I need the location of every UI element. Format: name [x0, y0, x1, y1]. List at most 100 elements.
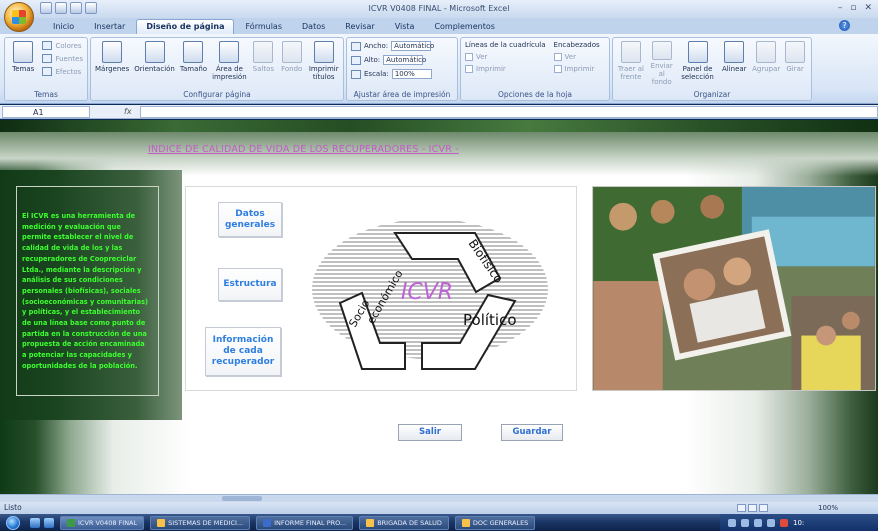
tab-inicio[interactable]: Inicio — [44, 20, 83, 34]
escala-stepper[interactable]: 100% — [391, 69, 432, 79]
estructura-button[interactable]: Estructura — [218, 268, 282, 301]
alinear-button[interactable]: Alinear — [719, 41, 749, 86]
salir-button[interactable]: Salir — [398, 424, 462, 441]
tab-vista[interactable]: Vista — [386, 20, 424, 34]
gridlines-imprimir-checkbox[interactable]: Imprimir — [465, 65, 546, 73]
headings-imprimir-checkbox[interactable]: Imprimir — [553, 65, 600, 73]
worksheet[interactable]: INDICE DE CALIDAD DE VIDA DE LOS RECUPER… — [0, 120, 878, 494]
area-impresion-button[interactable]: Área de impresión — [212, 41, 247, 86]
tab-datos[interactable]: Datos — [293, 20, 334, 34]
taskbar-item-label: INFORME FINAL PRO... — [274, 518, 347, 527]
help-icon[interactable]: ? — [839, 20, 850, 31]
taskbar-item-icvr[interactable]: ICVR V0408 FINAL — [60, 515, 145, 530]
efectos-button[interactable]: Efectos — [42, 67, 83, 76]
effects-icon — [42, 67, 53, 76]
informacion-recuperador-button[interactable]: Información de cada recuperador — [205, 327, 281, 376]
status-bar: Listo 100% — [0, 502, 878, 514]
folder-icon — [366, 518, 375, 527]
quick-launch-icon[interactable] — [30, 517, 40, 528]
network-icon[interactable] — [754, 518, 762, 527]
office-button[interactable] — [4, 2, 34, 32]
temas-button[interactable]: Temas — [9, 41, 37, 86]
guardar-button[interactable]: Guardar — [501, 424, 563, 441]
orientacion-label: Orientación — [134, 65, 175, 73]
margenes-button[interactable]: Márgenes — [95, 41, 129, 86]
breaks-icon — [253, 41, 274, 63]
clock[interactable]: 10: — [793, 519, 804, 527]
headings-ver-label: Ver — [564, 53, 576, 61]
tab-complementos[interactable]: Complementos — [425, 20, 503, 34]
alto-select[interactable]: Automático — [383, 55, 426, 65]
scrollbar-thumb[interactable] — [222, 496, 262, 501]
colores-label: Colores — [55, 41, 82, 50]
taskbar-item-informe[interactable]: INFORME FINAL PRO... — [256, 515, 354, 530]
traer-frente-button[interactable]: Traer al frente — [617, 41, 645, 86]
office-logo-icon — [12, 10, 26, 24]
ancho-label: Ancho: — [364, 42, 389, 50]
size-icon — [183, 41, 204, 63]
page-break-view-icon[interactable] — [759, 504, 768, 512]
print-area-icon — [219, 41, 240, 63]
fondo-button[interactable]: Fondo — [280, 41, 303, 86]
colores-button[interactable]: Colores — [42, 41, 83, 50]
taskbar-item-label: DOC GENERALES — [472, 518, 529, 527]
saltos-label: Saltos — [252, 65, 275, 73]
close-button[interactable]: ✕ — [864, 3, 872, 13]
checkbox-icon — [553, 65, 562, 73]
imprimir-titulos-label: Imprimir títulos — [308, 65, 339, 81]
window-title: ICVR V0408 FINAL - Microsoft Excel — [368, 4, 510, 13]
volume-icon[interactable] — [767, 518, 775, 527]
ribbon: Temas Colores Fuentes Efectos Temas Márg… — [0, 34, 878, 104]
alinear-label: Alinear — [721, 65, 747, 73]
taskbar-item-doc-generales[interactable]: DOC GENERALES — [454, 515, 536, 530]
normal-view-icon[interactable] — [737, 504, 746, 512]
taskbar-item-label: SISTEMAS DE MEDICI... — [168, 518, 244, 527]
orientation-icon — [144, 41, 165, 63]
tamano-button[interactable]: Tamaño — [180, 41, 207, 86]
name-box[interactable]: A1 — [2, 105, 90, 118]
girar-button[interactable]: Girar — [783, 41, 807, 86]
zoom-level[interactable]: 100% — [818, 502, 838, 514]
tab-diseno-de-pagina[interactable]: Diseño de página — [136, 19, 235, 34]
page-layout-view-icon[interactable] — [748, 504, 757, 512]
horizontal-scrollbar[interactable] — [0, 494, 878, 502]
imprimir-titulos-button[interactable]: Imprimir títulos — [308, 41, 339, 86]
panel-seleccion-button[interactable]: Panel de selección — [679, 41, 717, 86]
gridlines-imprimir-label: Imprimir — [476, 65, 506, 73]
fuentes-button[interactable]: Fuentes — [42, 54, 83, 63]
headings-imprimir-label: Imprimir — [564, 65, 595, 73]
decorative-band — [0, 120, 878, 132]
agrupar-label: Agrupar — [752, 65, 781, 73]
fx-icon[interactable]: fx — [124, 107, 132, 116]
datos-generales-button[interactable]: Datos generales — [218, 202, 282, 237]
saltos-button[interactable]: Saltos — [252, 41, 275, 86]
width-icon — [351, 41, 361, 51]
tray-icon[interactable] — [728, 518, 736, 527]
quick-launch-icon[interactable] — [44, 517, 54, 528]
tab-insertar[interactable]: Insertar — [85, 20, 134, 34]
ancho-row: Ancho: Automático — [351, 41, 434, 51]
enviar-fondo-button[interactable]: Enviar al fondo — [648, 41, 676, 86]
taskbar-item-sistemas[interactable]: SISTEMAS DE MEDICI... — [150, 515, 251, 530]
maximize-button[interactable]: ▫ — [850, 3, 856, 13]
print-titles-icon — [313, 41, 334, 63]
formula-input[interactable] — [139, 105, 878, 118]
scale-icon — [351, 69, 361, 79]
agrupar-button[interactable]: Agrupar — [752, 41, 780, 86]
ancho-select[interactable]: Automático — [391, 41, 434, 51]
gridlines-ver-checkbox[interactable]: Ver — [465, 53, 546, 61]
tab-revisar[interactable]: Revisar — [336, 20, 383, 34]
bring-front-icon — [620, 41, 641, 63]
start-button[interactable] — [0, 514, 26, 531]
gridlines-col: Líneas de la cuadrícula Ver Imprimir — [465, 41, 546, 86]
tab-formulas[interactable]: Fórmulas — [236, 20, 291, 34]
antivirus-icon[interactable] — [780, 518, 788, 527]
tray-icon[interactable] — [741, 518, 749, 527]
taskbar-item-brigada[interactable]: BRIGADA DE SALUD — [359, 515, 449, 530]
orientacion-button[interactable]: Orientación — [134, 41, 175, 86]
selection-pane-icon — [687, 41, 708, 63]
minimize-button[interactable]: – — [838, 3, 843, 13]
temas-small-buttons: Colores Fuentes Efectos — [42, 41, 83, 86]
headings-ver-checkbox[interactable]: Ver — [553, 53, 600, 61]
headings-title: Encabezados — [553, 41, 600, 49]
